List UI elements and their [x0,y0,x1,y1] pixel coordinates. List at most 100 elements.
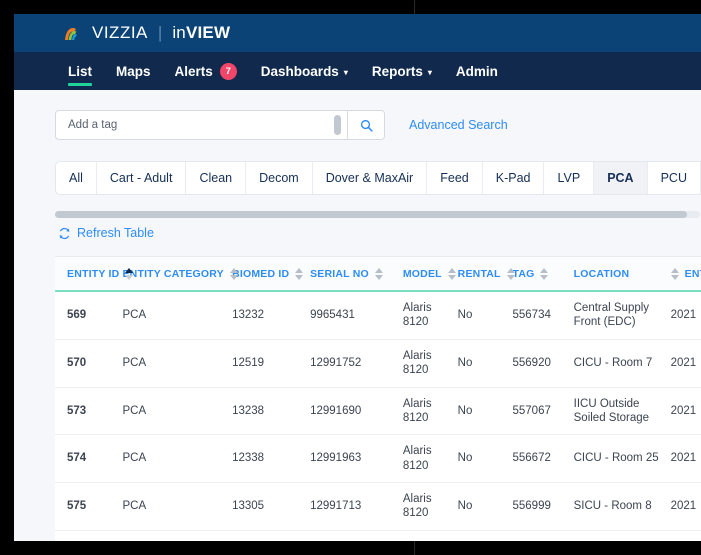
nav-item-label: Reports [371,63,423,79]
nav-item-reports[interactable]: Reports ▾ [372,52,432,90]
cell-biomed-id: 12519 [232,339,311,388]
tag-list-scroll-thumb[interactable] [334,115,341,135]
cell-model: Alaris 8120 [402,482,458,531]
tag-search-box[interactable] [55,110,385,140]
search-button[interactable] [347,111,384,139]
tab-pcu[interactable]: PCU [648,162,701,194]
cell-entity-category: PCA [122,291,233,340]
table-row[interactable]: 574 PCA 12338 12991963 Alaris 8120 No 55… [55,434,701,483]
search-input[interactable] [66,118,347,132]
column-header-label: ENTE [684,268,701,280]
cell-biomed-id: 13232 [232,291,311,340]
table-head: ENTITY ID ENTITY CATEGORY BIOMED ID SERI… [55,257,701,292]
sort-toggle-icon[interactable] [447,268,456,280]
table-row[interactable]: 573 PCA 13238 12991690 Alaris 8120 No 55… [55,387,701,436]
cell-entered: 2021 [670,387,701,436]
cell-serial-no: 12991963 [310,434,403,483]
column-header-location[interactable]: LOCATION [573,257,671,292]
cell-entity-id[interactable]: 570 [55,339,123,388]
cell-rental: No [457,291,513,340]
cell-tag: 556999 [512,482,574,531]
nav-item-admin[interactable]: Admin [456,52,498,90]
cell-model: Alaris 8120 [402,530,458,541]
tab-cart-adult[interactable]: Cart - Adult [97,162,187,194]
table-horizontal-scrollbar[interactable] [55,211,700,218]
cell-entity-id[interactable]: 574 [55,434,123,483]
vizzia-rainbow-logo-icon [65,28,77,40]
column-header-tag[interactable]: TAG [512,257,574,292]
cell-location[interactable]: CICU - Room 25 [573,434,671,483]
tab-lvp[interactable]: LVP [544,162,595,194]
nav-item-label: Admin [455,63,498,79]
cell-location[interactable]: CICU - Room 9 [573,530,671,541]
search-row: Advanced Search [14,90,701,140]
table-horizontal-scrollbar-thumb[interactable] [55,211,687,218]
cell-serial-no: 12991804 [310,530,403,541]
sort-toggle-icon[interactable] [229,268,238,280]
nav-item-dashboards[interactable]: Dashboards ▾ [261,52,348,90]
column-header-rental[interactable]: RENTAL [457,257,515,292]
cell-entity-category: PCA [122,434,233,483]
advanced-search-link[interactable]: Advanced Search [409,118,508,132]
sort-toggle-icon[interactable] [670,268,679,280]
cell-rental: No [457,387,513,436]
tab-decom[interactable]: Decom [246,162,313,194]
cell-tag: 556734 [512,291,574,340]
sort-toggle-icon[interactable] [506,268,515,280]
cell-location[interactable]: SICU - Room 8 [573,482,671,531]
cell-rental: No [457,530,513,541]
column-header-label: TAG [512,268,535,280]
nav-item-list[interactable]: List [68,52,93,90]
sort-ascending-icon[interactable] [125,268,134,280]
brand-name: VIZZIA [92,23,148,42]
nav-item-maps[interactable]: Maps [116,52,151,90]
refresh-icon [59,227,70,239]
nav-item-label: List [68,63,93,79]
column-header-label: ENTITY CATEGORY [122,268,224,280]
cell-entity-category: PCA [122,482,233,531]
cell-tag: 557067 [512,387,574,436]
table-header-row: ENTITY ID ENTITY CATEGORY BIOMED ID SERI… [55,257,701,292]
screenshot-root: VIZZIA | inVIEW List Maps Alerts 7 Dashb… [0,0,701,555]
cell-rental: No [457,482,513,531]
cell-rental: No [457,339,513,388]
table-row[interactable]: 570 PCA 12519 12991752 Alaris 8120 No 55… [55,339,701,388]
brand-logo[interactable]: VIZZIA | inVIEW [64,23,230,43]
cell-serial-no: 9965431 [310,291,403,340]
column-header-entity-category[interactable]: ENTITY CATEGORY [122,257,238,292]
cell-entity-id[interactable]: 577 [55,530,123,541]
brand-product: inVIEW [172,23,230,43]
search-icon [360,119,373,132]
column-header-entered[interactable]: ENTE [670,257,701,292]
column-header-model[interactable]: MODEL [402,257,458,292]
sort-toggle-icon[interactable] [540,268,549,280]
cell-location[interactable]: IICU Outside Soiled Storage [573,387,671,436]
cell-entity-id[interactable]: 569 [55,291,123,340]
tab-pca[interactable]: PCA [594,162,648,194]
sort-toggle-icon[interactable] [374,268,383,280]
nav-item-alerts[interactable]: Alerts 7 [175,52,237,90]
table-row[interactable]: 575 PCA 13305 12991713 Alaris 8120 No 55… [55,482,701,531]
tab-all[interactable]: All [56,162,97,194]
column-header-label: SERIAL NO [310,268,369,280]
table-row[interactable]: 577 PCA 13282 12991804 Alaris 8120 No 55… [55,530,701,541]
refresh-table-button[interactable]: Refresh Table [58,226,154,240]
tab-dover-maxair[interactable]: Dover & MaxAir [313,162,428,194]
tab-feed[interactable]: Feed [427,162,483,194]
cell-entered: 2021 [670,530,701,541]
nav-item-label: Alerts [174,63,213,79]
cell-entity-id[interactable]: 575 [55,482,123,531]
sort-toggle-icon[interactable] [295,268,304,280]
column-header-entity-id[interactable]: ENTITY ID [55,257,134,292]
column-header-biomed-id[interactable]: BIOMED ID [232,257,311,292]
cell-entity-id[interactable]: 573 [55,387,123,436]
table-row[interactable]: 569 PCA 13232 9965431 Alaris 8120 No 556… [55,291,701,340]
cell-entered: 2021 [670,291,701,340]
cell-location[interactable]: Central Supply Front (EDC) [573,291,671,340]
tab-k-pad[interactable]: K-Pad [483,162,545,194]
column-header-serial-no[interactable]: SERIAL NO [310,257,403,292]
cell-location[interactable]: CICU - Room 7 [573,339,671,388]
tab-clean[interactable]: Clean [186,162,247,194]
cell-model: Alaris 8120 [402,291,458,340]
chevron-down-icon: ▾ [343,67,348,77]
